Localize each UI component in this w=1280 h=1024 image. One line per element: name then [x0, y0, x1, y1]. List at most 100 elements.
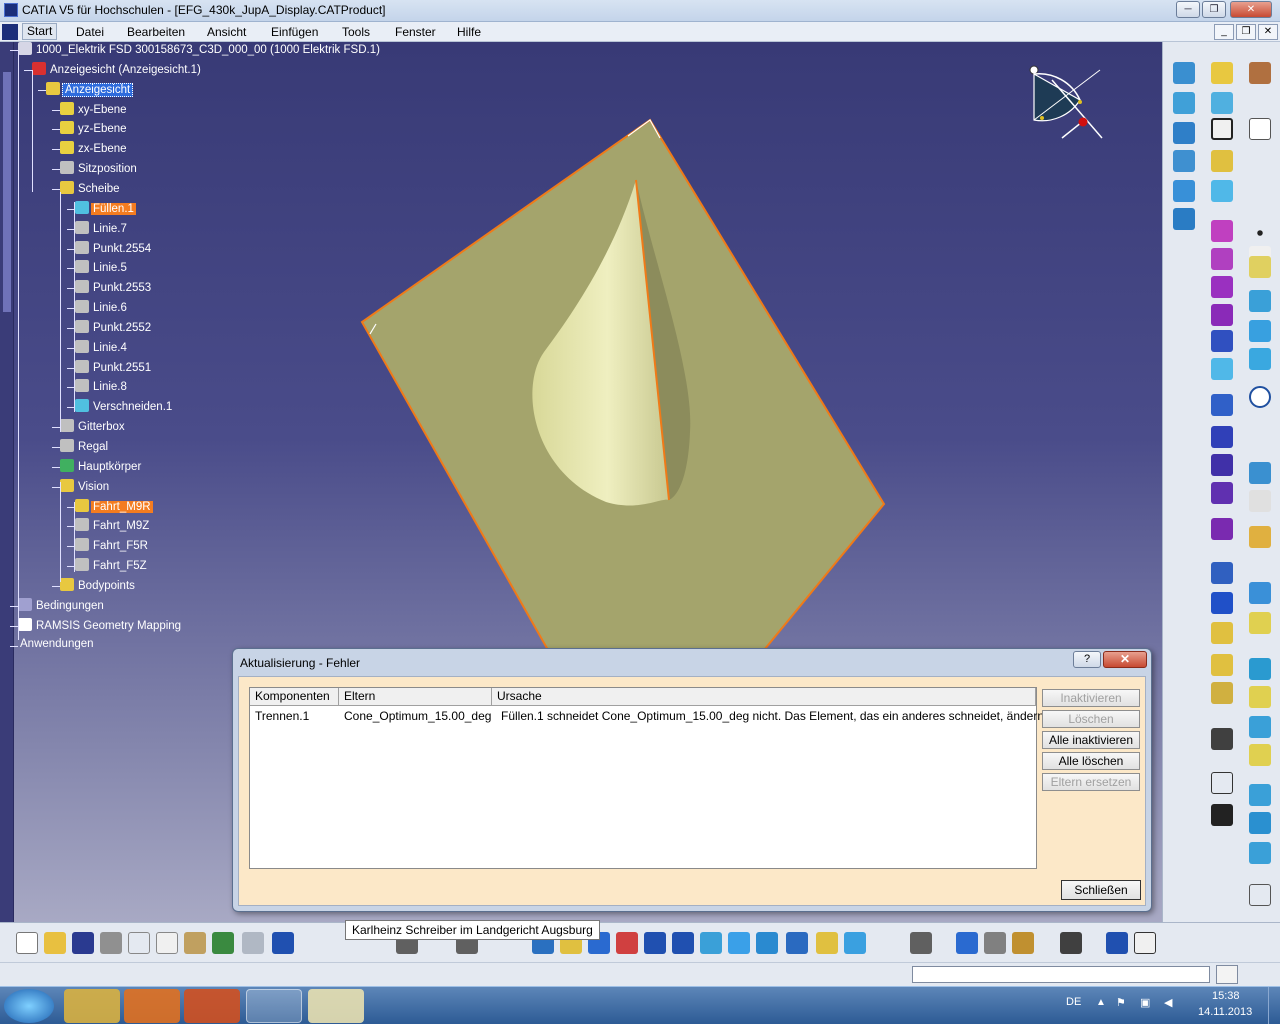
connect-icon[interactable]: [1249, 658, 1271, 680]
tree-node-gitterbox[interactable]: Gitterbox: [60, 419, 127, 435]
catia-logo-icon[interactable]: [2, 24, 18, 40]
tree-node-zx-ebene[interactable]: zx-Ebene: [60, 141, 129, 157]
compass-tool-icon[interactable]: [1211, 804, 1233, 826]
menu-start[interactable]: Start: [22, 23, 58, 40]
tree-node-punkt-2553[interactable]: Punkt.2553: [75, 280, 153, 296]
tree-root-product[interactable]: 1000_Elektrik FSD 300158673_C3D_000_00 (…: [18, 42, 382, 58]
helix-icon[interactable]: [1249, 490, 1271, 512]
plane-icon[interactable]: [1249, 256, 1271, 278]
tree-node-punkt-2554[interactable]: Punkt.2554: [75, 240, 153, 257]
revolve-icon[interactable]: [1211, 92, 1233, 114]
new-file-icon[interactable]: [16, 932, 38, 954]
command-input[interactable]: [912, 966, 1210, 983]
menu-bearbeiten[interactable]: Bearbeiten: [127, 25, 185, 39]
tree-node-bedingungen[interactable]: Bedingungen: [18, 597, 106, 614]
conic-icon[interactable]: [1249, 582, 1271, 604]
tree-node-vision[interactable]: Vision: [60, 478, 111, 495]
mdi-close-button[interactable]: ✕: [1258, 24, 1278, 40]
group-icon[interactable]: [1211, 518, 1233, 540]
pattern-icon[interactable]: [1211, 482, 1233, 504]
tree-node-verschneiden[interactable]: Verschneiden.1: [75, 399, 174, 415]
save-icon[interactable]: [72, 932, 94, 954]
column-header-ursache[interactable]: Ursache: [492, 688, 1036, 706]
surface-icon[interactable]: [1249, 716, 1271, 738]
open-folder-icon[interactable]: [44, 932, 66, 954]
zoom-out-icon[interactable]: [672, 932, 694, 954]
tree-node-linie-4[interactable]: Linie.4: [75, 339, 129, 356]
plane-offset-icon[interactable]: [1249, 686, 1271, 708]
tree-node-fahrt-m9z[interactable]: Fahrt_M9Z: [75, 518, 151, 534]
cell-ursache[interactable]: Füllen.1 schneidet Cone_Optimum_15.00_de…: [496, 709, 1047, 725]
circle-icon[interactable]: [1249, 386, 1271, 408]
whats-this-icon[interactable]: [272, 932, 294, 954]
box-icon[interactable]: [1211, 394, 1233, 416]
multi-view-icon[interactable]: [728, 932, 750, 954]
tree-node-xy-ebene[interactable]: xy-Ebene: [60, 101, 129, 118]
extrude-icon[interactable]: [1173, 92, 1195, 114]
explorer-taskbar-icon[interactable]: [64, 989, 120, 1023]
sphere-icon[interactable]: [1249, 812, 1271, 834]
display-tray-icon[interactable]: ▣: [1140, 996, 1150, 1009]
update-icon[interactable]: [910, 932, 932, 954]
spline-icon[interactable]: [1249, 416, 1271, 438]
tree-node-linie-6[interactable]: Linie.6: [75, 300, 129, 316]
extract-icon[interactable]: [1211, 304, 1233, 326]
cut-icon[interactable]: [128, 932, 150, 954]
offset-icon[interactable]: [1173, 180, 1195, 202]
column-header-eltern[interactable]: Eltern: [339, 688, 492, 706]
menu-fenster[interactable]: Fenster: [395, 25, 436, 39]
capture-icon[interactable]: [1060, 932, 1082, 954]
fill-icon[interactable]: [1173, 150, 1195, 172]
clock-time[interactable]: 15:38: [1212, 990, 1240, 1002]
close-window-button[interactable]: ✕: [1230, 1, 1272, 18]
multi-section-icon[interactable]: [1173, 208, 1195, 230]
join-icon[interactable]: [1211, 220, 1233, 242]
rotate-icon[interactable]: [616, 932, 638, 954]
command-button[interactable]: [1216, 965, 1238, 984]
tree-node-anwendungen[interactable]: Anwendungen: [18, 638, 96, 654]
sketch-icon[interactable]: [1173, 62, 1195, 84]
clock-date[interactable]: 14.11.2013: [1198, 1006, 1252, 1018]
tree-node-bodypoints[interactable]: Bodypoints: [60, 577, 137, 594]
axis-icon[interactable]: [1162, 932, 1184, 954]
matrix-icon[interactable]: [1211, 592, 1233, 614]
drawing-icon[interactable]: [1249, 118, 1271, 140]
loeschen-button[interactable]: Löschen: [1042, 710, 1140, 728]
tree-node-scheibe[interactable]: Scheibe: [60, 180, 122, 197]
symmetry-icon[interactable]: [1211, 562, 1233, 584]
tree-node-linie-8[interactable]: Linie.8: [75, 379, 129, 395]
translate-icon[interactable]: [1211, 358, 1233, 380]
tree-node-fahrt-f5r[interactable]: Fahrt_F5R: [75, 538, 150, 554]
media-player-taskbar-icon[interactable]: [124, 989, 180, 1023]
catia-taskbar-icon[interactable]: [246, 989, 302, 1023]
menu-datei[interactable]: Datei: [76, 25, 104, 39]
start-orb-icon[interactable]: [4, 989, 54, 1023]
schliessen-button[interactable]: Schließen: [1061, 880, 1141, 900]
hand-icon[interactable]: [1134, 932, 1156, 954]
part-design-icon[interactable]: [1249, 62, 1271, 84]
tree-node-hauptkoerper[interactable]: Hauptkörper: [60, 458, 143, 475]
grid-icon[interactable]: [1249, 462, 1271, 484]
menu-tools[interactable]: Tools: [342, 25, 370, 39]
intersection-icon[interactable]: [1249, 320, 1271, 342]
cell-komponenten[interactable]: Trennen.1: [250, 709, 339, 725]
undo-icon[interactable]: [212, 932, 234, 954]
compass-icon[interactable]: [1022, 60, 1112, 150]
swap-space-icon[interactable]: [844, 932, 866, 954]
curve-icon[interactable]: [1249, 554, 1271, 576]
analysis-icon[interactable]: [1211, 682, 1233, 704]
tree-node-fahrt-m9r[interactable]: Fahrt_M9R: [75, 498, 153, 515]
eltern-ersetzen-button[interactable]: Eltern ersetzen: [1042, 773, 1140, 791]
mdi-minimize-button[interactable]: _: [1214, 24, 1234, 40]
sketch-tool-icon[interactable]: [1211, 118, 1233, 140]
tree-node-ramsis[interactable]: RAMSIS Geometry Mapping: [18, 617, 183, 634]
print-icon[interactable]: [100, 932, 122, 954]
point-icon[interactable]: [1211, 62, 1233, 84]
select-icon[interactable]: [1211, 772, 1233, 794]
volume-tray-icon[interactable]: ◀: [1164, 996, 1172, 1009]
alle-inaktivieren-button[interactable]: Alle inaktivieren: [1042, 731, 1140, 749]
cell-eltern[interactable]: Cone_Optimum_15.00_deg: [339, 709, 492, 725]
projection-icon[interactable]: [1249, 290, 1271, 312]
measure-item-icon[interactable]: [984, 932, 1006, 954]
normal-view-icon[interactable]: [700, 932, 722, 954]
